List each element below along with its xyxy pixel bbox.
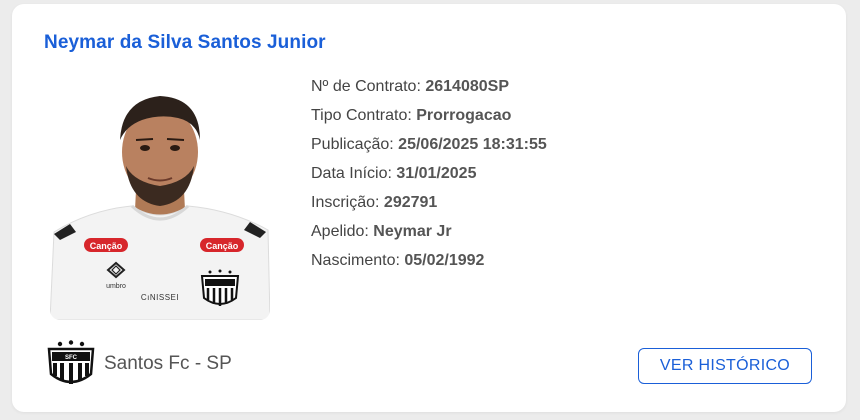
contract-details: Nº de Contrato: 2614080SP Tipo Contrato:… — [311, 73, 547, 276]
detail-value: 25/06/2025 18:31:55 — [398, 136, 547, 153]
detail-label: Data Início: — [311, 165, 392, 182]
detail-value: Neymar Jr — [373, 223, 452, 240]
detail-start-date: Data Início: 31/01/2025 — [311, 160, 547, 189]
detail-label: Nascimento: — [311, 252, 400, 269]
detail-label: Tipo Contrato: — [311, 107, 412, 124]
detail-value: Prorrogacao — [416, 107, 512, 124]
contract-card: Neymar da Silva Santos Junior Canção Can… — [12, 4, 846, 412]
jersey-back-sponsor: CıNISSEI — [141, 293, 179, 302]
detail-contract-type: Tipo Contrato: Prorrogacao — [311, 102, 547, 131]
detail-label: Apelido: — [311, 223, 369, 240]
player-photo: Canção Canção umbro CıNISSEI — [50, 82, 270, 320]
detail-value: 31/01/2025 — [396, 165, 477, 182]
view-history-button[interactable]: VER HISTÓRICO — [638, 348, 812, 384]
detail-birth-date: Nascimento: 05/02/1992 — [311, 247, 547, 276]
club-name: Santos Fc - SP — [104, 353, 232, 374]
santos-crest-icon: SFC — [47, 340, 95, 384]
detail-value: 05/02/1992 — [404, 252, 485, 269]
detail-label: Publicação: — [311, 136, 394, 153]
detail-value: 292791 — [383, 194, 438, 211]
jersey-sponsor-right: Canção — [206, 241, 239, 251]
jersey-brand: umbro — [106, 283, 126, 290]
player-name: Neymar da Silva Santos Junior — [44, 32, 326, 53]
jersey-sponsor-left: Canção — [90, 241, 123, 251]
detail-publication: Publicação: 25/06/2025 18:31:55 — [311, 131, 547, 160]
svg-text:SFC: SFC — [65, 355, 78, 361]
detail-contract-number: Nº de Contrato: 2614080SP — [311, 73, 547, 102]
detail-value: 2614080SP — [425, 78, 509, 95]
club-info: SFC Santos Fc - SP — [44, 340, 232, 388]
detail-label: Inscrição: — [311, 194, 380, 211]
detail-nickname: Apelido: Neymar Jr — [311, 218, 547, 247]
detail-label: Nº de Contrato: — [311, 78, 421, 95]
detail-registration: Inscrição: 292791 — [311, 189, 547, 218]
